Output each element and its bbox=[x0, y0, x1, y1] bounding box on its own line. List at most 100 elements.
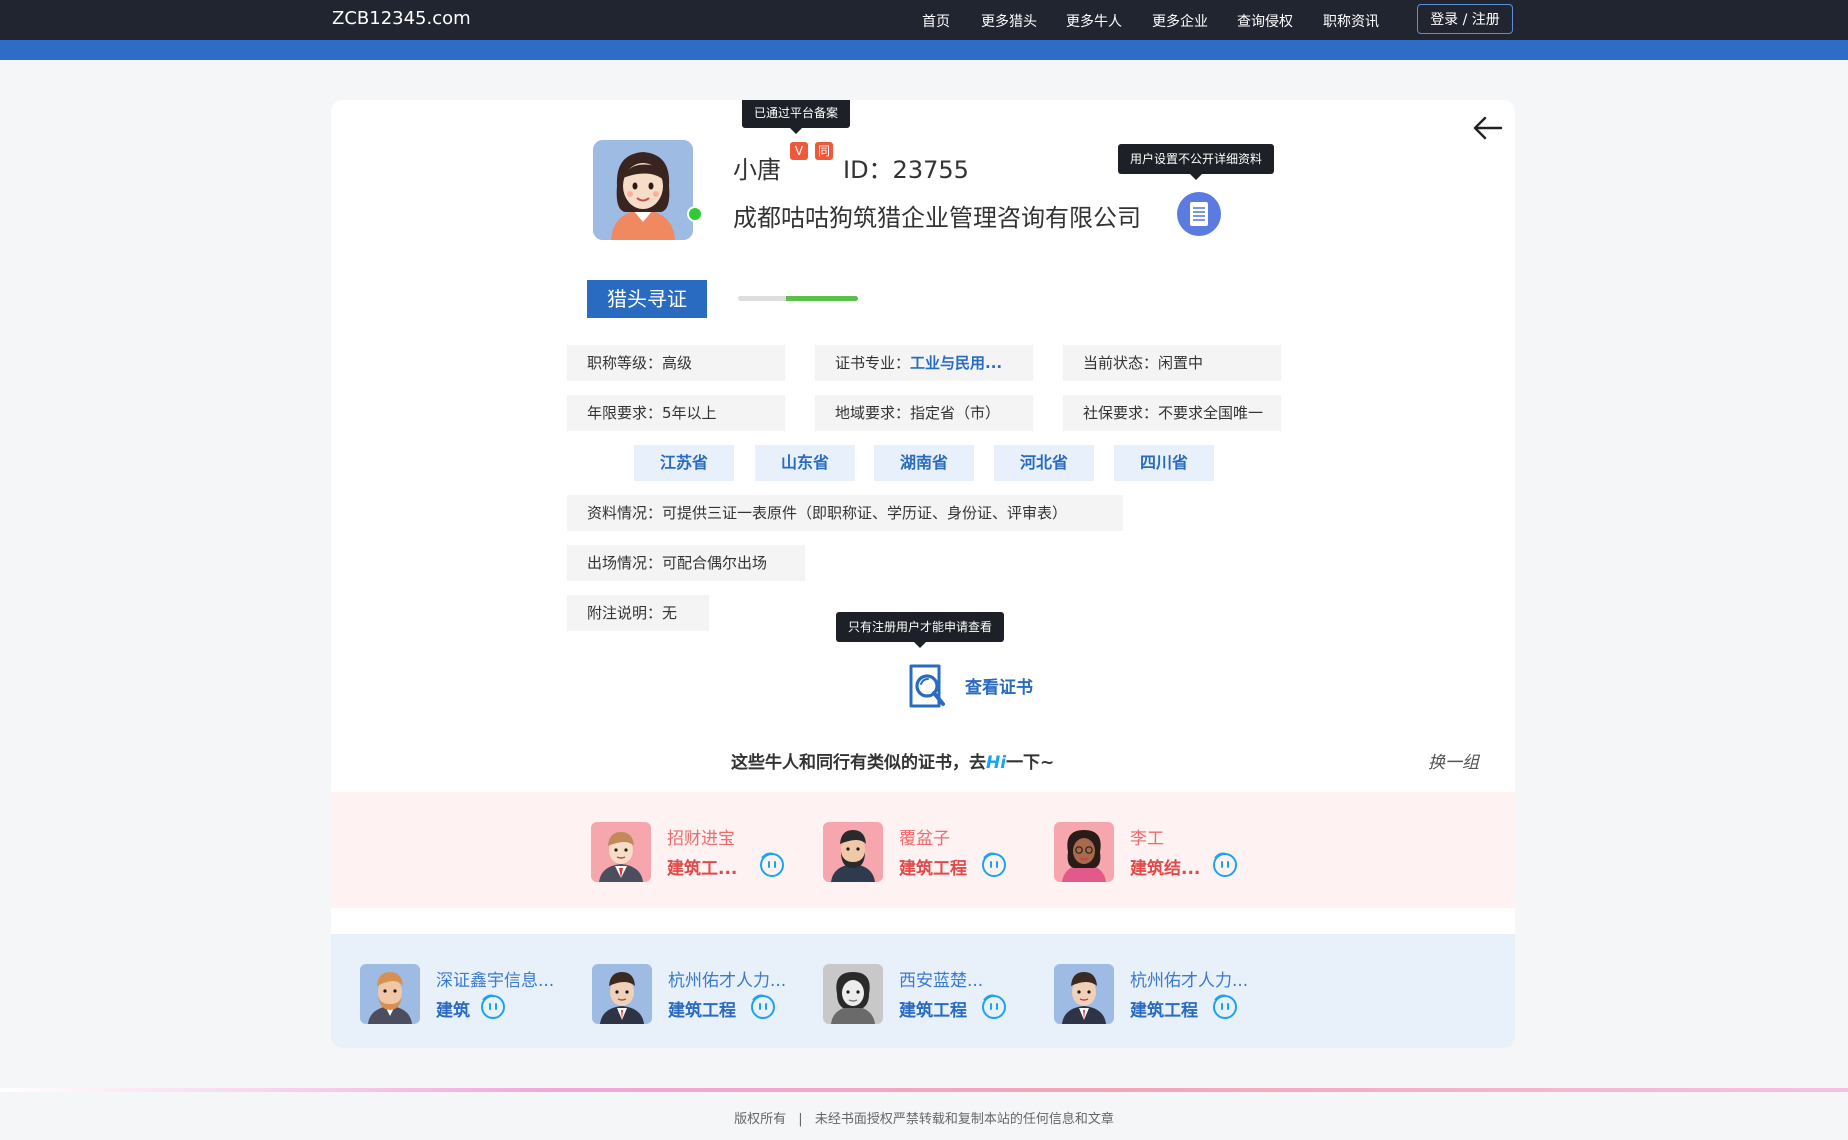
peer-card[interactable]: 西安蓝楚... 建筑工程 bbox=[823, 964, 1043, 1024]
say-hi-icon[interactable] bbox=[759, 852, 785, 878]
document-icon[interactable] bbox=[1177, 192, 1221, 236]
info-documents: 资料情况：可提供三证一表原件（即职称证、学历证、身份证、评审表） bbox=[567, 495, 1123, 531]
peer-cert: 建筑 bbox=[436, 1001, 470, 1021]
talent-card[interactable]: 李工 建筑结... bbox=[1054, 822, 1274, 882]
footer-copyright: 版权所有 bbox=[734, 1112, 787, 1127]
tong-badge-icon[interactable]: 同 bbox=[815, 142, 833, 160]
activity-progress-bar bbox=[738, 296, 858, 301]
say-hi-icon[interactable] bbox=[981, 994, 1007, 1020]
info-current-status: 当前状态：闲置中 bbox=[1063, 345, 1281, 381]
info-appearance: 出场情况：可配合偶尔出场 bbox=[567, 545, 805, 581]
similar-peers-row: 深证鑫宇信息... 建筑 杭州佑才人力... 建筑工程 西安蓝楚... 建筑工程… bbox=[331, 934, 1515, 1048]
info-region-required: 地域要求：指定省（市） bbox=[815, 395, 1033, 431]
info-value: 可配合偶尔出场 bbox=[662, 554, 768, 572]
verified-tooltip: 已通过平台备案 bbox=[742, 100, 851, 134]
peer-avatar bbox=[823, 964, 883, 1024]
info-value: 指定省（市） bbox=[910, 404, 1001, 422]
similar-title: 这些牛人和同行有类似的证书，去Hi一下~ bbox=[731, 748, 1054, 773]
talent-cert: 建筑工程 bbox=[899, 859, 967, 879]
info-label: 职称等级： bbox=[587, 354, 663, 372]
info-label: 证书专业： bbox=[835, 354, 911, 372]
footer-separator: | bbox=[798, 1112, 803, 1127]
info-value: 不要求全国唯一 bbox=[1158, 404, 1264, 422]
activity-progress-fill bbox=[786, 296, 858, 301]
info-label: 当前状态： bbox=[1083, 354, 1159, 372]
info-title-level: 职称等级：高级 bbox=[567, 345, 785, 381]
nav-check-infringement[interactable]: 查询侵权 bbox=[1237, 11, 1293, 31]
talent-cert: 建筑工... bbox=[667, 859, 738, 879]
swap-group-button[interactable]: 换一组 bbox=[1428, 748, 1479, 773]
province-tag: 江苏省 bbox=[634, 445, 734, 481]
similar-title-hi: Hi bbox=[986, 753, 1007, 773]
info-label: 地域要求： bbox=[835, 404, 911, 422]
view-certificate-icon[interactable] bbox=[899, 660, 951, 716]
province-tag: 山东省 bbox=[755, 445, 855, 481]
peer-name: 杭州佑才人力... bbox=[668, 971, 787, 991]
talent-card[interactable]: 覆盆子 建筑工程 bbox=[823, 822, 1043, 882]
profile-card: 已通过平台备案 小唐 V 同 ID：23755 成都咕咕狗筑猎企业管理咨询有限公… bbox=[331, 100, 1515, 1048]
info-label: 附注说明： bbox=[587, 604, 663, 622]
info-value: 高级 bbox=[662, 354, 693, 372]
say-hi-icon[interactable] bbox=[981, 852, 1007, 878]
talent-name: 李工 bbox=[1130, 829, 1164, 849]
footer-divider bbox=[0, 1088, 1848, 1092]
peer-name: 深证鑫宇信息... bbox=[436, 971, 555, 991]
site-logo[interactable]: ZCB12345.com bbox=[332, 8, 471, 29]
peer-name: 西安蓝楚... bbox=[899, 971, 984, 991]
info-label: 年限要求： bbox=[587, 404, 663, 422]
peer-card[interactable]: 杭州佑才人力... 建筑工程 bbox=[592, 964, 812, 1024]
private-profile-tooltip: 用户设置不公开详细资料 bbox=[1118, 144, 1275, 180]
province-tag: 四川省 bbox=[1114, 445, 1214, 481]
peer-avatar bbox=[592, 964, 652, 1024]
peer-cert: 建筑工程 bbox=[668, 1001, 736, 1021]
talent-name: 覆盆子 bbox=[899, 829, 950, 849]
similar-title-post: 一下~ bbox=[1006, 753, 1055, 773]
info-value: 可提供三证一表原件（即职称证、学历证、身份证、评审表） bbox=[662, 504, 1068, 522]
info-value: 闲置中 bbox=[1158, 354, 1204, 372]
footer-notice: 未经书面授权严禁转载和复制本站的任何信息和文章 bbox=[814, 1112, 1114, 1127]
similar-title-pre: 这些牛人和同行有类似的证书，去 bbox=[731, 753, 986, 773]
talent-name: 招财进宝 bbox=[667, 829, 735, 849]
view-certificate-link[interactable]: 查看证书 bbox=[965, 673, 1033, 698]
info-note: 附注说明：无 bbox=[567, 595, 709, 631]
talent-cert: 建筑结... bbox=[1130, 859, 1201, 879]
say-hi-icon[interactable] bbox=[750, 994, 776, 1020]
talent-card[interactable]: 招财进宝 建筑工... bbox=[591, 822, 811, 882]
talent-avatar bbox=[1054, 822, 1114, 882]
info-label: 资料情况： bbox=[587, 504, 663, 522]
role-button-headhunter[interactable]: 猎头寻证 bbox=[587, 280, 707, 318]
info-value: 5年以上 bbox=[662, 404, 717, 422]
info-value: 无 bbox=[662, 604, 678, 622]
header-band bbox=[0, 40, 1848, 60]
info-label: 出场情况： bbox=[587, 554, 663, 572]
province-tag: 湖南省 bbox=[874, 445, 974, 481]
avatar bbox=[593, 140, 693, 240]
say-hi-icon[interactable] bbox=[1212, 852, 1238, 878]
peer-name: 杭州佑才人力... bbox=[1130, 971, 1249, 991]
province-tag: 河北省 bbox=[994, 445, 1094, 481]
nav-title-news[interactable]: 职称资讯 bbox=[1323, 11, 1379, 31]
say-hi-icon[interactable] bbox=[480, 994, 506, 1020]
info-years-required: 年限要求：5年以上 bbox=[567, 395, 785, 431]
register-only-tooltip: 只有注册用户才能申请查看 bbox=[836, 612, 1005, 648]
peer-avatar bbox=[360, 964, 420, 1024]
nav-more-headhunters[interactable]: 更多猎头 bbox=[981, 11, 1037, 31]
verified-v-icon[interactable]: V bbox=[790, 142, 808, 160]
company-name: 成都咕咕狗筑猎企业管理咨询有限公司 bbox=[733, 204, 1141, 232]
peer-card[interactable]: 深证鑫宇信息... 建筑 bbox=[360, 964, 580, 1024]
say-hi-icon[interactable] bbox=[1212, 994, 1238, 1020]
online-status-dot bbox=[687, 206, 703, 222]
info-label: 社保要求： bbox=[1083, 404, 1159, 422]
peer-cert: 建筑工程 bbox=[1130, 1001, 1198, 1021]
user-name: 小唐 bbox=[733, 156, 781, 184]
info-value[interactable]: 工业与民用... bbox=[910, 354, 1002, 372]
peer-card[interactable]: 杭州佑才人力... 建筑工程 bbox=[1054, 964, 1274, 1024]
user-id: ID：23755 bbox=[843, 156, 969, 184]
peer-avatar bbox=[1054, 964, 1114, 1024]
nav-more-talents[interactable]: 更多牛人 bbox=[1066, 11, 1122, 31]
back-arrow-icon[interactable] bbox=[1471, 114, 1503, 142]
nav-home[interactable]: 首页 bbox=[922, 11, 950, 31]
login-register-button[interactable]: 登录 / 注册 bbox=[1417, 4, 1513, 34]
nav-more-companies[interactable]: 更多企业 bbox=[1152, 11, 1208, 31]
info-social-security: 社保要求：不要求全国唯一 bbox=[1063, 395, 1281, 431]
